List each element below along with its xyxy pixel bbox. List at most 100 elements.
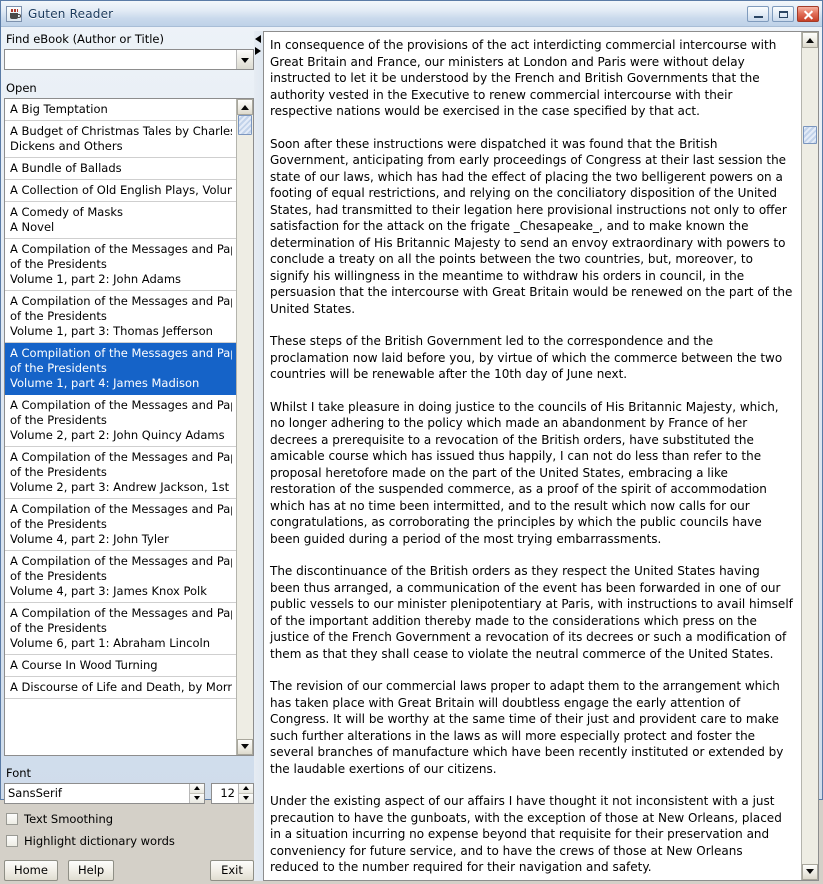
font-label: Font xyxy=(6,765,32,780)
book-list-item[interactable]: A Budget of Christmas Tales by Charles Di… xyxy=(5,121,236,158)
reader-scroll-thumb[interactable] xyxy=(803,126,817,144)
ebook-paragraph: Whilst I take pleasure in doing justice … xyxy=(270,399,779,546)
ebook-paragraph: In consequence of the provisions of the … xyxy=(270,38,777,118)
book-list-scrollbar[interactable] xyxy=(236,99,253,755)
book-list-item-line: Volume 1, part 2: John Adams xyxy=(10,272,182,286)
book-list-item[interactable]: A Bundle of Ballads xyxy=(5,158,236,180)
collapse-left-arrow-icon[interactable] xyxy=(255,35,262,44)
scroll-track[interactable] xyxy=(237,115,253,739)
book-list-item-line: A Compilation of the Messages and Papers xyxy=(10,450,232,464)
book-list-item[interactable]: A Compilation of the Messages and Papers… xyxy=(5,343,236,395)
reader-scroll-panel: In consequence of the provisions of the … xyxy=(263,31,819,881)
book-list-item-line: A Compilation of the Messages and Papers xyxy=(10,294,232,308)
text-smoothing-label: Text Smoothing xyxy=(24,811,114,826)
collapse-right-arrow-icon[interactable] xyxy=(255,47,262,56)
book-list-item-line: Volume 1, part 4: James Madison xyxy=(10,376,200,390)
reader-scroll-up-button[interactable] xyxy=(802,32,818,48)
book-list-item-line: of the Presidents xyxy=(10,257,107,271)
ebook-paragraph: Under the existing aspect of our affairs… xyxy=(270,794,782,874)
book-list-item-line: Volume 4, part 2: John Tyler xyxy=(10,532,169,546)
book-list-item[interactable]: A Compilation of the Messages and Papers… xyxy=(5,239,236,291)
book-list-item-line: of the Presidents xyxy=(10,569,107,583)
ebook-text[interactable]: In consequence of the provisions of the … xyxy=(264,32,801,880)
minimize-button[interactable] xyxy=(747,5,769,22)
reader-pane: In consequence of the provisions of the … xyxy=(263,31,819,881)
book-list-item[interactable]: A Compilation of the Messages and Papers… xyxy=(5,499,236,551)
home-button[interactable]: Home xyxy=(4,859,58,881)
highlight-dictionary-words-checkbox-row[interactable]: Highlight dictionary words xyxy=(4,834,254,848)
book-list-item[interactable]: A Compilation of the Messages and Papers… xyxy=(5,447,236,499)
text-smoothing-checkbox-row[interactable]: Text Smoothing xyxy=(4,812,254,826)
book-list[interactable]: A Big Temptation A Budget of Christmas Ta… xyxy=(5,99,236,755)
font-family-decrement-icon[interactable] xyxy=(190,793,204,803)
scroll-up-button[interactable] xyxy=(237,99,253,115)
book-list-item-line: A Bundle of Ballads xyxy=(10,161,122,175)
ebook-paragraph: These steps of the British Government le… xyxy=(270,334,783,381)
book-list-item-line: A Discourse of Life and Death, by Mornay… xyxy=(10,680,232,694)
book-list-item-line: of the Presidents xyxy=(10,465,107,479)
book-list-item-line: A Compilation of the Messages and Papers xyxy=(10,242,232,256)
reader-scroll-track[interactable] xyxy=(802,48,818,864)
text-smoothing-checkbox[interactable] xyxy=(6,812,18,825)
ebook-paragraph: The discontinuance of the British orders… xyxy=(270,564,793,661)
font-section: Font xyxy=(4,765,254,804)
window-title: Guten Reader xyxy=(28,6,114,21)
window-body: Find eBook (Author or Title) Open A Big … xyxy=(1,27,822,884)
book-list-item[interactable]: A Course In Wood Turning xyxy=(5,655,236,677)
book-list-item-line: Dickens and Others xyxy=(10,139,123,153)
close-button[interactable] xyxy=(797,5,819,22)
reader-scroll-down-button[interactable] xyxy=(802,863,818,880)
book-list-item-line: A Compilation of the Messages and Papers xyxy=(10,554,232,568)
book-list-item-line: A Big Temptation xyxy=(10,102,108,116)
open-label: Open xyxy=(6,81,37,95)
book-list-item-line: of the Presidents xyxy=(10,517,107,531)
book-list-panel: A Big Temptation A Budget of Christmas Ta… xyxy=(4,98,254,756)
find-ebook-input[interactable] xyxy=(5,50,236,69)
book-list-item-line: of the Presidents xyxy=(10,309,107,323)
book-list-item-line: of the Presidents xyxy=(10,621,107,635)
book-list-item-line: A Compilation of the Messages and Papers xyxy=(10,346,232,360)
book-list-item-line: A Collection of Old English Plays, Volum… xyxy=(10,183,232,197)
book-list-item-line: Volume 6, part 1: Abraham Lincoln xyxy=(10,636,211,650)
book-list-item-line: A Course In Wood Turning xyxy=(10,658,158,672)
font-size-spinner[interactable] xyxy=(211,782,254,804)
find-ebook-combobox[interactable] xyxy=(4,49,254,70)
scroll-thumb[interactable] xyxy=(238,115,252,135)
maximize-button[interactable] xyxy=(772,5,794,22)
book-list-item[interactable]: A Discourse of Life and Death, by Mornay… xyxy=(5,677,236,699)
font-family-increment-icon[interactable] xyxy=(190,783,204,793)
split-pane-divider[interactable] xyxy=(254,31,263,881)
title-bar: Guten Reader xyxy=(1,1,822,27)
book-list-item-line: Volume 4, part 3: James Knox Polk xyxy=(10,584,207,598)
book-list-item[interactable]: A Compilation of the Messages and Papers… xyxy=(5,395,236,447)
ebook-paragraph: The revision of our commercial laws prop… xyxy=(270,679,784,776)
book-list-item[interactable]: A Compilation of the Messages and Papers… xyxy=(5,291,236,343)
book-list-item[interactable]: A Compilation of the Messages and Papers… xyxy=(5,603,236,655)
book-list-item-line: of the Presidents xyxy=(10,413,107,427)
book-list-item[interactable]: A Big Temptation xyxy=(5,99,236,121)
book-list-item-line: Volume 1, part 3: Thomas Jefferson xyxy=(10,324,213,338)
book-list-item[interactable]: A Collection of Old English Plays, Volum… xyxy=(5,180,236,202)
book-list-item-line: A Compilation of the Messages and Papers xyxy=(10,502,232,516)
exit-button[interactable]: Exit xyxy=(210,859,254,881)
find-ebook-dropdown-arrow-icon[interactable] xyxy=(236,50,253,69)
book-list-item-line: Volume 2, part 2: John Quincy Adams xyxy=(10,428,225,442)
reader-scrollbar[interactable] xyxy=(801,32,818,880)
book-list-item[interactable]: A Comedy of Masks A Novel xyxy=(5,202,236,239)
book-list-item[interactable]: A Compilation of the Messages and Papers… xyxy=(5,551,236,603)
book-list-item-line: A Budget of Christmas Tales by Charles xyxy=(10,124,232,138)
book-list-item-line: A Comedy of Masks xyxy=(10,205,123,219)
font-family-spinner[interactable] xyxy=(4,782,205,804)
sidebar: Find eBook (Author or Title) Open A Big … xyxy=(4,31,254,881)
book-list-item-line: Volume 2, part 3: Andrew Jackson, 1st te… xyxy=(10,480,232,494)
application-window: Guten Reader Find eBook (Author or Title… xyxy=(0,0,823,881)
book-list-item-line: A Novel xyxy=(10,220,55,234)
highlight-dictionary-words-checkbox[interactable] xyxy=(6,834,18,847)
font-size-increment-icon[interactable] xyxy=(239,783,253,793)
ebook-paragraph: Soon after these instructions were dispa… xyxy=(270,136,793,316)
font-size-decrement-icon[interactable] xyxy=(239,793,253,803)
help-button[interactable]: Help xyxy=(67,859,115,881)
java-coffee-cup-icon xyxy=(6,5,22,22)
scroll-down-button[interactable] xyxy=(237,738,253,755)
book-list-item-line: A Compilation of the Messages and Papers xyxy=(10,606,232,620)
